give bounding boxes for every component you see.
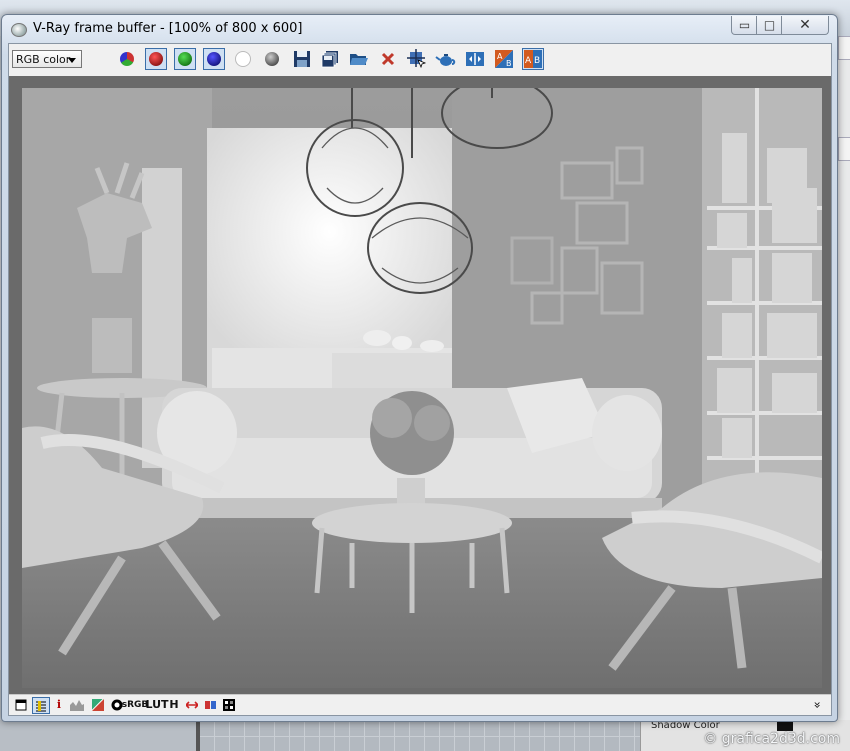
levels-icon — [36, 700, 46, 711]
clear-image-button[interactable] — [377, 48, 399, 70]
histogram-icon — [70, 699, 84, 711]
teapot-icon — [435, 54, 456, 66]
ab-horizontal-button[interactable]: AB — [522, 48, 544, 70]
svg-text:A: A — [497, 52, 503, 61]
image-viewport[interactable] — [9, 76, 831, 694]
lut-label: LUT — [145, 698, 169, 711]
compare-horizontal-icon — [466, 52, 484, 66]
chevron-down-icon — [68, 58, 76, 63]
clear-image-icon — [381, 52, 395, 66]
history-label: H — [169, 698, 179, 711]
curve-icon — [92, 698, 104, 711]
lut-button[interactable]: LUT — [145, 697, 169, 712]
alpha-channel-icon — [235, 51, 251, 67]
srgb-icon: sRGB — [121, 699, 149, 710]
green-channel-icon — [178, 52, 192, 66]
rendered-image — [22, 88, 822, 688]
checker-icon — [223, 698, 235, 711]
red-channel-icon — [149, 52, 163, 66]
stamp-button[interactable] — [204, 697, 218, 712]
rgb-channels-icon — [120, 52, 134, 66]
lens-effects-icon — [186, 700, 198, 709]
green-channel-button[interactable] — [174, 48, 196, 70]
ab-horizontal-icon: AB — [524, 50, 542, 68]
show-corrections-button[interactable] — [14, 697, 28, 712]
vray-frame-buffer-window: V-Ray frame buffer - [100% of 800 x 600]… — [1, 14, 838, 722]
chevron-double-down-icon: » — [811, 700, 825, 709]
background-panel-button[interactable] — [838, 137, 850, 161]
minimize-icon: ▭ — [738, 18, 751, 32]
stamp-icon — [205, 700, 216, 709]
blue-channel-button[interactable] — [203, 48, 225, 70]
blue-channel-icon — [207, 52, 221, 66]
frame-buffer-toolbar: RGB color A B A B — [9, 44, 831, 76]
test-resolution-button[interactable] — [222, 697, 236, 712]
maximize-button[interactable]: □ — [756, 16, 783, 35]
svg-text:A: A — [525, 56, 532, 66]
rgb-channels-button[interactable] — [116, 48, 138, 70]
lens-effects-button[interactable] — [185, 697, 199, 712]
window-icon — [15, 699, 27, 710]
background-panel-button[interactable] — [838, 36, 850, 60]
save-all-button[interactable] — [319, 48, 341, 70]
alpha-channel-button[interactable] — [232, 48, 254, 70]
info-button[interactable]: i — [53, 697, 65, 712]
frame-buffer-statusbar: i sRGB LUT H » — [9, 694, 831, 715]
red-channel-button[interactable] — [145, 48, 167, 70]
title-bar[interactable]: V-Ray frame buffer - [100% of 800 x 600]… — [2, 15, 837, 43]
save-image-icon — [294, 51, 310, 67]
srgb-button[interactable]: sRGB — [122, 697, 149, 712]
svg-text:B: B — [534, 56, 540, 66]
window-title: V-Ray frame buffer - [100% of 800 x 600] — [33, 21, 303, 36]
history-button[interactable]: H — [167, 697, 181, 712]
ab-vertical-icon: AB — [495, 50, 513, 68]
close-button[interactable]: ✕ — [781, 16, 829, 35]
ab-vertical-button[interactable]: AB — [493, 48, 515, 70]
histogram-button[interactable] — [69, 697, 85, 712]
folder-open-icon — [350, 54, 368, 65]
app-icon — [11, 23, 27, 37]
svg-text:B: B — [506, 59, 512, 68]
maximize-icon: □ — [763, 18, 776, 32]
watermark: © grafica2d3d.com — [703, 731, 840, 747]
save-image-button[interactable] — [291, 48, 313, 70]
track-mouse-button[interactable] — [406, 48, 428, 70]
background-viewport-grid — [200, 720, 640, 751]
frame-buffer-client: RGB color A B A B i sRGB LUT H » — [8, 43, 832, 716]
monochrome-button[interactable] — [261, 48, 283, 70]
levels-button[interactable] — [32, 697, 50, 714]
close-icon: ✕ — [799, 17, 811, 33]
color-correction-button[interactable] — [91, 697, 105, 712]
expand-panel-button[interactable]: » — [810, 697, 826, 712]
render-button[interactable] — [435, 48, 457, 70]
save-all-icon — [321, 51, 338, 68]
track-mouse-icon — [407, 49, 427, 69]
minimize-button[interactable]: ▭ — [731, 16, 758, 35]
load-image-button[interactable] — [348, 48, 370, 70]
channel-select[interactable]: RGB color — [12, 50, 82, 68]
info-icon: i — [56, 698, 62, 711]
monochrome-icon — [265, 52, 279, 66]
channel-select-value: RGB color — [16, 53, 71, 66]
compare-horizontal-button[interactable] — [464, 48, 486, 70]
